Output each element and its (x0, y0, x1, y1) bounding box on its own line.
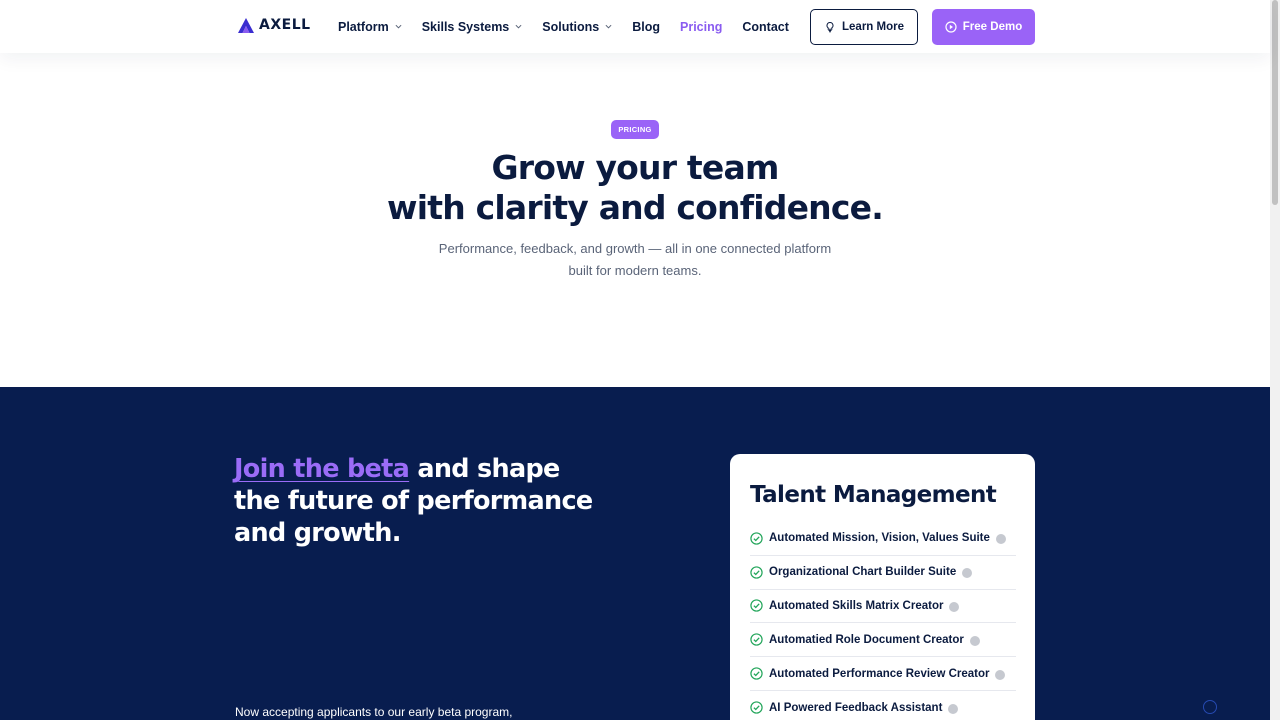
beta-description: Now accepting applicants to our early be… (235, 705, 513, 719)
check-circle-icon (750, 667, 763, 680)
info-icon[interactable] (949, 601, 960, 612)
list-item: Automatied Role Document Creator (750, 623, 1016, 658)
hero-subtitle-line2: built for modern teams. (568, 262, 702, 278)
nav-label: Platform (338, 19, 389, 34)
chevron-down-icon (605, 24, 612, 29)
info-icon[interactable] (962, 568, 973, 579)
nav-label: Skills Systems (421, 19, 510, 34)
check-circle-icon (750, 566, 763, 579)
nav-label: Pricing (680, 19, 723, 34)
hero-title: Grow your team with clarity and confiden… (335, 148, 935, 228)
pricing-badge: PRICING (611, 120, 659, 139)
feature-label: Automated Skills Matrix Creator (769, 599, 944, 612)
list-item: Automated Skills Matrix Creator (750, 590, 1016, 624)
feature-label: Automatied Role Document Creator (769, 633, 964, 646)
nav-label: Solutions (542, 19, 600, 34)
chevron-down-icon (395, 24, 402, 29)
beta-heading: Join the beta and shape the future of pe… (234, 453, 594, 549)
nav-pricing[interactable]: Pricing (680, 20, 722, 34)
nav-label: Contact (742, 19, 789, 34)
feature-label: Automated Performance Review Creator (769, 667, 990, 680)
hero-subtitle: Performance, feedback, and growth — all … (420, 238, 850, 281)
brand-name: AXELL (259, 17, 311, 33)
beta-highlight: Join the beta (234, 454, 410, 484)
nav-skills-systems[interactable]: Skills Systems (422, 20, 523, 34)
free-demo-label: Free Demo (962, 21, 1023, 33)
brand-logo[interactable]: AXELL (238, 17, 311, 33)
learn-more-button[interactable]: Learn More (810, 9, 918, 45)
hero-title-line1: Grow your team (491, 148, 779, 187)
scrollbar-thumb[interactable] (1272, 0, 1278, 205)
card-title: Talent Management (750, 482, 997, 508)
check-circle-icon (750, 599, 763, 613)
check-circle-icon (750, 633, 763, 646)
main-nav: Platform Skills Systems Solutions Blog P… (338, 0, 809, 53)
info-icon[interactable] (948, 703, 959, 714)
hero-title-line2: with clarity and confidence. (387, 188, 884, 227)
chevron-down-icon (515, 24, 522, 29)
list-item: Organizational Chart Builder Suite (750, 556, 1016, 590)
talent-management-card: Talent Management Automated Mission, Vis… (730, 454, 1035, 720)
check-circle-icon (750, 532, 763, 545)
list-item: AI Powered Feedback Assistant (750, 691, 1016, 720)
axell-logo-icon (238, 17, 254, 33)
nav-label: Blog (632, 19, 660, 34)
page-scrollbar[interactable] (1270, 0, 1280, 720)
feature-label: Automated Mission, Vision, Values Suite (769, 532, 990, 545)
nav-blog[interactable]: Blog (632, 20, 660, 34)
hero-subtitle-line1: Performance, feedback, and growth — all … (438, 241, 832, 256)
feature-label: Organizational Chart Builder Suite (769, 566, 957, 579)
beta-section (0, 387, 1270, 720)
chat-widget-icon[interactable] (1203, 700, 1217, 714)
list-item: Automated Performance Review Creator (750, 657, 1016, 691)
info-icon[interactable] (995, 534, 1006, 545)
list-item: Automated Mission, Vision, Values Suite (750, 522, 1016, 556)
nav-solutions[interactable]: Solutions (542, 20, 612, 34)
info-icon[interactable] (995, 669, 1006, 680)
free-demo-button[interactable]: Free Demo (932, 9, 1035, 45)
nav-platform[interactable]: Platform (338, 20, 402, 34)
site-header: AXELL Platform Skills Systems Solutions … (0, 0, 1270, 53)
play-circle-icon (945, 21, 957, 33)
nav-contact[interactable]: Contact (742, 20, 789, 34)
feature-label: AI Powered Feedback Assistant (769, 701, 943, 714)
feature-list: Automated Mission, Vision, Values Suite … (750, 522, 1016, 720)
info-icon[interactable] (969, 635, 980, 646)
check-circle-icon (750, 701, 763, 715)
learn-more-label: Learn More (842, 21, 904, 33)
lightbulb-icon (826, 21, 834, 33)
